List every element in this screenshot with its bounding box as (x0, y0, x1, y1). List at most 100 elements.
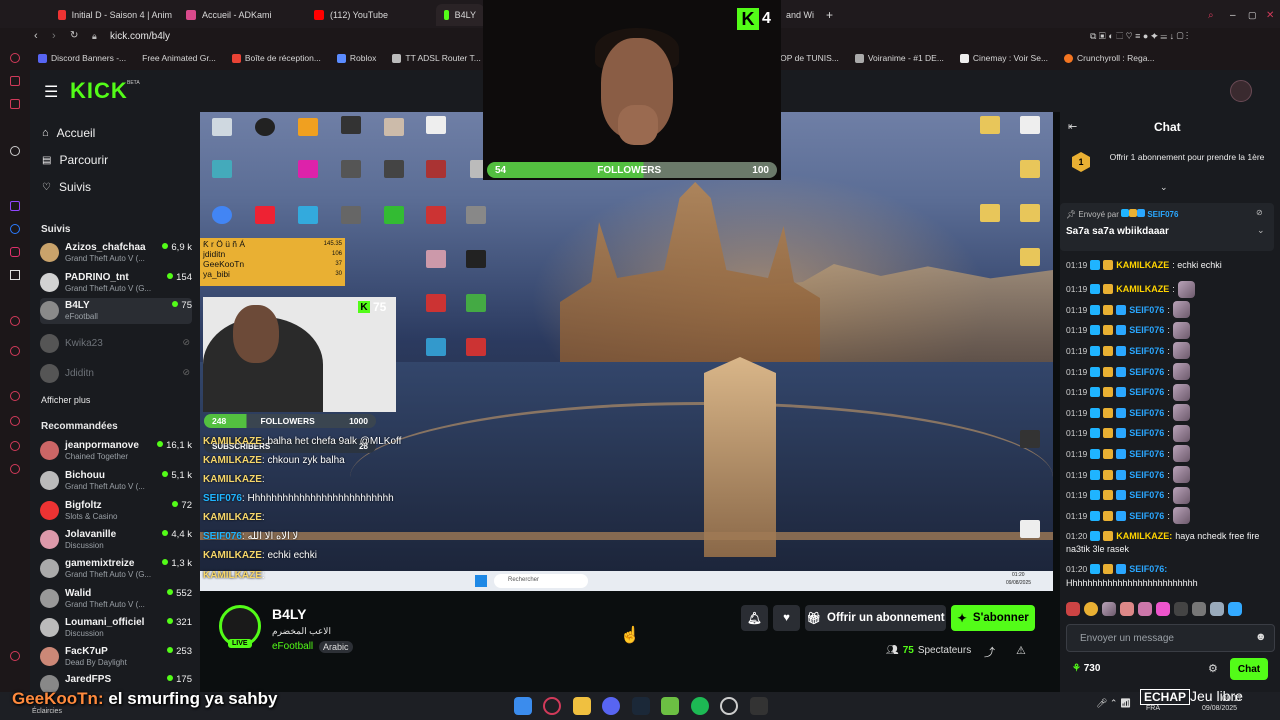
chat-username[interactable]: SEIF076 (1129, 387, 1164, 397)
bookmark-router[interactable]: TT ADSL Router T... (384, 53, 488, 63)
channel-item[interactable]: Jolavanille Discussion 4,4 k (40, 527, 192, 553)
bookmark-animated[interactable]: Free Animated Gr... (134, 53, 224, 63)
maximize-button[interactable]: ▢ (1240, 4, 1258, 26)
chat-message[interactable]: 01:19 SEIF076: (1066, 507, 1190, 525)
chat-message[interactable]: 01:19 KAMILKAZE: echki echki (1066, 260, 1222, 270)
emote-icon[interactable] (1084, 602, 1098, 616)
bookmark-roblox[interactable]: Roblox (329, 53, 384, 63)
twitch-icon[interactable] (10, 201, 20, 211)
chat-message[interactable]: 01:19 SEIF076: (1066, 342, 1190, 360)
instagram-icon[interactable] (10, 247, 20, 257)
chevron-down-icon[interactable]: ⌄ (1160, 182, 1168, 193)
show-more-link[interactable]: Afficher plus (41, 395, 90, 405)
channel-item[interactable]: Bichouu Grand Theft Auto V (... 5,1 k (40, 468, 192, 494)
chat-message[interactable]: 01:19 SEIF076: (1066, 301, 1190, 319)
language-indicator[interactable]: FRA (1146, 705, 1160, 712)
report-icon[interactable]: ⚠ (1016, 644, 1026, 657)
messenger-icon[interactable] (10, 53, 20, 63)
forward-icon[interactable]: › (52, 30, 56, 42)
clock-date[interactable]: 09/08/2025 (1202, 705, 1237, 712)
window-icon[interactable] (26, 4, 42, 26)
minimize-button[interactable]: – (1222, 4, 1240, 26)
opera-icon[interactable] (543, 697, 561, 715)
clock-time[interactable]: 00:17 (1222, 694, 1242, 703)
discord-icon[interactable] (602, 697, 620, 715)
notification-button[interactable]: 🔔︎ (741, 605, 768, 631)
chat-username[interactable]: SEIF076 (1129, 490, 1164, 500)
tab-b4ly[interactable]: B4LY (436, 4, 484, 26)
close-button[interactable]: ✕ (1258, 4, 1276, 26)
follow-button[interactable]: ♥ (773, 605, 800, 631)
chevron-down-icon[interactable]: ⌄ (1257, 225, 1265, 236)
nav-suivis[interactable]: ♡ Suivis (42, 180, 91, 194)
emote-icon[interactable] (1066, 602, 1080, 616)
emote-icon[interactable] (1138, 602, 1152, 616)
chat-username[interactable]: SEIF076 (1129, 367, 1164, 377)
kick-logo[interactable]: KICK (70, 78, 128, 104)
chat-username[interactable]: KAMILKAZE (1116, 260, 1169, 270)
emote-icon[interactable] (1102, 602, 1116, 616)
back-icon[interactable]: ‹ (34, 30, 38, 42)
emote-icon[interactable] (1174, 602, 1188, 616)
tab-youtube[interactable]: (112) YouTube (306, 4, 431, 26)
emote-icon[interactable] (1120, 602, 1134, 616)
emote-icon[interactable] (1210, 602, 1224, 616)
chat-message[interactable]: 01:19 SEIF076: (1066, 363, 1190, 380)
emoji-icon[interactable]: ☻ (1255, 631, 1267, 643)
channel-item-offline[interactable]: Kwika23 ⊘ (40, 331, 192, 357)
weather-text[interactable]: Éclaircies (32, 708, 62, 715)
settings-icon[interactable] (10, 464, 20, 474)
tab-other[interactable]: and Wi (778, 4, 818, 26)
app-icon[interactable] (750, 697, 768, 715)
chat-input[interactable]: Envoyer un message ☻ (1066, 624, 1275, 652)
chat-username[interactable]: SEIF076 (1129, 449, 1164, 459)
chat-message[interactable]: 01:20 SEIF076: (1066, 564, 1167, 574)
channel-item[interactable]: Bigfoltz Slots & Casino 72 (40, 498, 192, 524)
emote-icon[interactable] (1228, 602, 1242, 616)
search-icon[interactable]: ⌕ (1200, 4, 1220, 26)
spotify-icon[interactable] (691, 697, 709, 715)
channel-item-offline[interactable]: Jdiditn ⊘ (40, 361, 192, 387)
rail-app-icon[interactable] (10, 346, 20, 356)
channel-item[interactable]: Azizos_chafchaa Grand Theft Auto V (... 6,… (40, 240, 192, 266)
rail-app-icon[interactable] (10, 76, 20, 86)
reload-icon[interactable]: ↻ (70, 30, 78, 41)
chat-message[interactable]: 01:19 SEIF076: (1066, 424, 1190, 442)
system-tray-icons[interactable]: 🎤︎ ⌃ 📶︎ (1096, 698, 1131, 709)
chat-username[interactable]: KAMILKAZE (1116, 284, 1169, 294)
chat-message[interactable]: 01:19 SEIF076: (1066, 404, 1190, 422)
chat-username[interactable]: SEIF076 (1129, 511, 1164, 521)
bookmark-cinemay[interactable]: Cinemay : Voir Se... (952, 53, 1056, 63)
messenger-icon[interactable] (10, 224, 20, 234)
bookmark-discord[interactable]: Discord Banners -... (30, 53, 134, 63)
rail-app-icon[interactable] (10, 146, 20, 156)
channel-points[interactable]: ⚘ 730 (1072, 663, 1100, 674)
user-avatar[interactable] (1230, 80, 1252, 102)
rail-app-icon[interactable] (10, 99, 20, 109)
language-tag[interactable]: Arabic (319, 641, 353, 653)
tab-initial-d[interactable]: Initial D - Saison 4 | Anim (50, 4, 180, 26)
bookmark-crunchyroll[interactable]: Crunchyroll : Rega... (1056, 53, 1162, 63)
rail-app-icon[interactable] (10, 391, 20, 401)
menu-icon[interactable]: ☰ (44, 82, 58, 102)
chat-message[interactable]: 01:19 SEIF076: (1066, 383, 1190, 401)
bookmark-voiranime[interactable]: Voiranime - #1 DE... (847, 53, 952, 63)
new-tab-button[interactable]: + (818, 4, 836, 26)
channel-item[interactable]: Walid Grand Theft Auto V (... 552 (40, 586, 192, 612)
gift-sub-button[interactable]: 🎁︎ Offrir un abonnement (805, 605, 946, 631)
chat-username[interactable]: SEIF076 (1129, 408, 1164, 418)
share-icon[interactable]: ⤴ (984, 644, 995, 660)
chat-message[interactable]: 01:20 KAMILKAZE: haya nchedk free fire (1066, 531, 1259, 541)
x-icon[interactable] (10, 270, 20, 280)
nav-parcourir[interactable]: ▤ Parcourir (42, 153, 108, 167)
chat-username[interactable]: SEIF076 (1129, 428, 1164, 438)
channel-item[interactable]: jeanpormanove Chained Together 16,1 k (40, 438, 192, 464)
rail-app-icon[interactable] (10, 316, 20, 326)
unpin-icon[interactable]: ⊘ (1256, 208, 1263, 217)
channel-item[interactable]: FacK7uP Dead By Daylight 253 (40, 644, 192, 670)
rail-app-icon[interactable] (10, 416, 20, 426)
channel-name[interactable]: B4LY (272, 606, 307, 622)
steam-icon[interactable] (632, 697, 650, 715)
chat-message[interactable]: 01:19 KAMILKAZE: (1066, 280, 1195, 298)
gear-icon[interactable]: ⚙ (1208, 662, 1218, 675)
